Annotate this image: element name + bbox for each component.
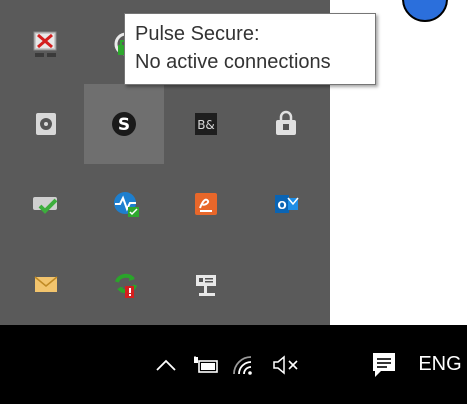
taskbar: ENG	[0, 325, 467, 404]
svg-text:O: O	[277, 199, 286, 212]
svg-text:B&: B&	[197, 118, 215, 132]
tooltip-status: No active connections	[135, 51, 331, 73]
language-indicator[interactable]: ENG	[414, 325, 466, 404]
pulse-secure-icon[interactable]: S	[84, 84, 164, 164]
beats-audio-icon[interactable]: B&	[166, 84, 246, 164]
sync-error-icon[interactable]	[86, 244, 166, 324]
wifi-icon[interactable]	[227, 325, 261, 404]
battery-icon[interactable]	[190, 325, 222, 404]
lock-icon[interactable]	[246, 84, 326, 164]
action-center-icon[interactable]	[364, 325, 404, 404]
sync-check-icon[interactable]	[6, 164, 86, 244]
mail-icon[interactable]	[6, 244, 86, 324]
tooltip-title: Pulse Secure:	[135, 23, 260, 45]
pulse-secure-tooltip: Pulse Secure: No active connections	[124, 13, 376, 85]
network-error-icon[interactable]	[6, 4, 86, 84]
chevron-up-icon[interactable]	[150, 325, 182, 404]
signature-app-icon[interactable]	[166, 164, 246, 244]
network-monitor-icon[interactable]	[86, 164, 166, 244]
svg-text:S: S	[118, 115, 130, 135]
outlook-icon[interactable]: O	[246, 164, 326, 244]
volume-muted-icon[interactable]	[268, 325, 304, 404]
hard-drive-icon[interactable]	[6, 84, 86, 164]
projector-icon[interactable]	[166, 244, 246, 324]
